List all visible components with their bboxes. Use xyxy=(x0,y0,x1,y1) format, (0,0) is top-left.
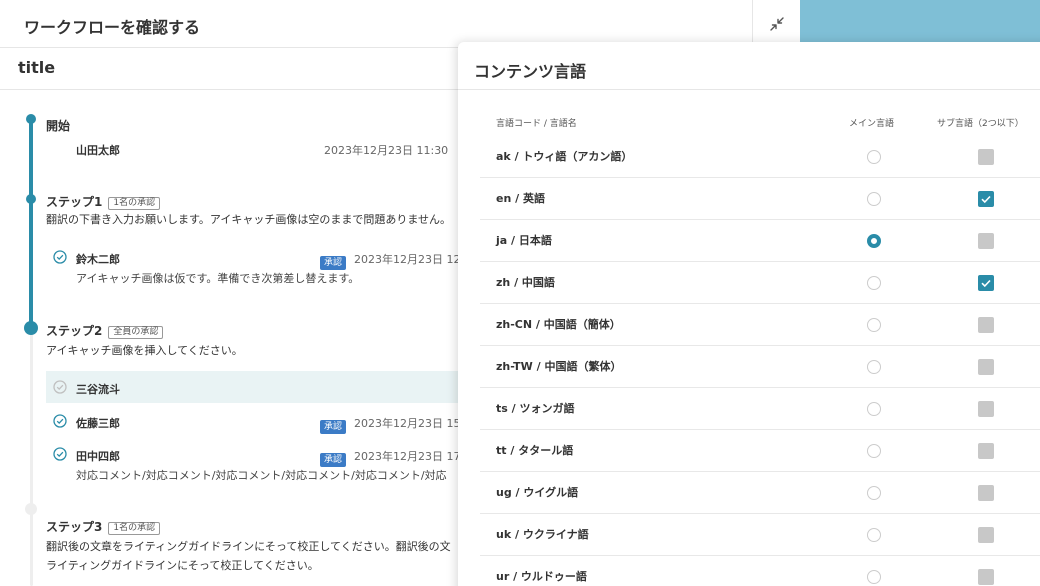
language-row: zh-CN / 中国語（簡体） xyxy=(480,304,1040,346)
approval-chip: 1名の承認 xyxy=(108,522,161,535)
main-language-radio[interactable] xyxy=(867,570,881,584)
approver-name: 佐藤三郎 xyxy=(76,417,120,430)
timeline-dot-current xyxy=(24,321,38,335)
check-circle-icon xyxy=(53,250,67,264)
workflow-title: ワークフローを確認する xyxy=(24,18,201,37)
step-2-title: ステップ2 全員の承認 xyxy=(46,322,164,339)
step-1-desc: 翻訳の下書き入力お願いします。アイキャッチ画像は空のままで問題ありません。 xyxy=(46,213,452,226)
main-language-radio[interactable] xyxy=(867,360,881,374)
check-circle-icon xyxy=(53,414,67,428)
column-header-main: メイン言語 xyxy=(849,119,895,129)
main-language-radio[interactable] xyxy=(867,276,881,290)
start-person: 山田太郎 xyxy=(76,144,120,157)
language-row: ja / 日本語 xyxy=(480,220,1040,262)
main-language-radio[interactable] xyxy=(867,528,881,542)
sub-language-checkbox[interactable] xyxy=(978,569,994,585)
main-language-radio[interactable] xyxy=(867,402,881,416)
main-language-radio[interactable] xyxy=(867,234,881,248)
language-row: zh / 中国語 xyxy=(480,262,1040,304)
sub-language-checkbox[interactable] xyxy=(978,443,994,459)
main-language-radio[interactable] xyxy=(867,318,881,332)
timeline-dot xyxy=(26,194,36,204)
sub-language-checkbox[interactable] xyxy=(978,191,994,207)
language-label: zh / 中国語 xyxy=(496,276,555,289)
sub-language-checkbox[interactable] xyxy=(978,401,994,417)
badge-text: 承認 xyxy=(320,256,347,270)
language-row: en / 英語 xyxy=(480,178,1040,220)
main-language-radio[interactable] xyxy=(867,486,881,500)
collapse-arrows-icon xyxy=(769,17,784,31)
language-row: ur / ウルドゥー語 xyxy=(480,556,1040,586)
check-circle-icon xyxy=(53,447,67,461)
approval-chip: 1名の承認 xyxy=(108,197,161,210)
step-title-text: ステップ2 xyxy=(46,324,103,338)
approver-comment: アイキャッチ画像は仮です。準備でき次第差し替えます。 xyxy=(76,272,360,285)
sub-language-checkbox[interactable] xyxy=(978,527,994,543)
badge-text: 承認 xyxy=(320,453,347,467)
approver-name: 田中四郎 xyxy=(76,450,120,463)
column-header-code: 言語コード / 言語名 xyxy=(496,119,577,129)
language-row: ug / ウイグル語 xyxy=(480,472,1040,514)
language-label: ak / トウィ語（アカン語） xyxy=(496,150,633,163)
step-1-title: ステップ1 1名の承認 xyxy=(46,193,161,210)
language-label: ts / ツォンガ語 xyxy=(496,402,575,415)
sub-language-checkbox[interactable] xyxy=(978,317,994,333)
approval-date: 2023年12月23日 15 xyxy=(354,417,461,430)
timeline-line-active xyxy=(29,118,33,328)
language-row: ak / トウィ語（アカン語） xyxy=(480,136,1040,178)
approval-chip: 全員の承認 xyxy=(108,326,164,339)
sub-language-checkbox[interactable] xyxy=(978,275,994,291)
approval-date: 2023年12月23日 12 xyxy=(354,253,461,266)
main-language-radio[interactable] xyxy=(867,192,881,206)
step-3-desc: 翻訳後の文章をライティングガイドラインにそって校正してください。翻訳後の文 xyxy=(46,540,451,553)
divider xyxy=(458,89,1040,90)
step-title-text: ステップ1 xyxy=(46,195,103,209)
sub-language-checkbox[interactable] xyxy=(978,485,994,501)
content-title: title xyxy=(18,58,56,77)
sub-language-checkbox[interactable] xyxy=(978,359,994,375)
language-row: zh-TW / 中国語（繁体） xyxy=(480,346,1040,388)
language-label: ur / ウルドゥー語 xyxy=(496,570,587,583)
step-2-desc: アイキャッチ画像を挿入してください。 xyxy=(46,344,243,357)
badge-text: 承認 xyxy=(320,420,347,434)
checkmark-icon xyxy=(981,279,991,288)
language-row: uk / ウクライナ語 xyxy=(480,514,1040,556)
approved-badge: 承認 xyxy=(320,414,347,434)
check-circle-icon xyxy=(53,380,67,394)
language-row: tt / タタール語 xyxy=(480,430,1040,472)
approver-comment: 対応コメント/対応コメント/対応コメント/対応コメント/対応コメント/対応 xyxy=(76,469,447,482)
column-header-sub: サブ言語（2つ以下） xyxy=(937,119,1024,129)
timeline-dot xyxy=(26,114,36,124)
language-row: ts / ツォンガ語 xyxy=(480,388,1040,430)
start-label: 開始 xyxy=(46,119,71,133)
language-label: uk / ウクライナ語 xyxy=(496,528,589,541)
content-language-modal: コンテンツ言語 言語コード / 言語名 メイン言語 サブ言語（2つ以下） ak … xyxy=(458,42,1040,586)
sub-language-checkbox[interactable] xyxy=(978,233,994,249)
step-3-desc-2: ライティングガイドラインにそって校正してください。 xyxy=(46,559,319,572)
timeline-dot xyxy=(25,503,37,515)
approval-date: 2023年12月23日 17 xyxy=(354,450,461,463)
approved-badge: 承認 xyxy=(320,250,347,270)
collapse-button[interactable] xyxy=(752,0,800,48)
language-label: tt / タタール語 xyxy=(496,444,574,457)
checkmark-icon xyxy=(981,195,991,204)
language-label: zh-CN / 中国語（簡体） xyxy=(496,318,621,331)
step-title-text: ステップ3 xyxy=(46,520,103,534)
timeline-line-pending xyxy=(30,328,33,586)
main-language-radio[interactable] xyxy=(867,444,881,458)
start-date: 2023年12月23日 11:30 xyxy=(324,144,449,157)
step-3-title: ステップ3 1名の承認 xyxy=(46,518,161,535)
language-label: zh-TW / 中国語（繁体） xyxy=(496,360,622,373)
workflow-header: ワークフローを確認する xyxy=(0,0,800,48)
language-label: en / 英語 xyxy=(496,192,545,205)
language-label: ja / 日本語 xyxy=(496,234,552,247)
modal-title: コンテンツ言語 xyxy=(474,62,587,81)
main-language-radio[interactable] xyxy=(867,150,881,164)
language-label: ug / ウイグル語 xyxy=(496,486,579,499)
approver-name: 三谷流斗 xyxy=(76,383,120,396)
sub-language-checkbox[interactable] xyxy=(978,149,994,165)
approved-badge: 承認 xyxy=(320,447,347,467)
approver-name: 鈴木二郎 xyxy=(76,253,120,266)
